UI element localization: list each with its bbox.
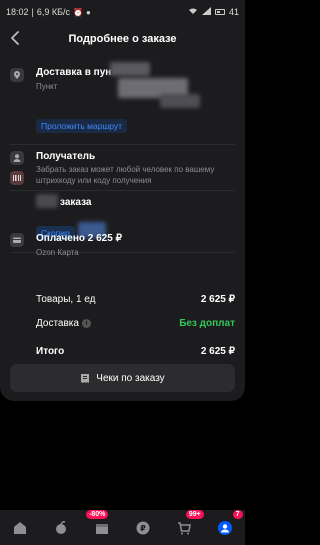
card-icon — [10, 233, 24, 247]
total-label: Итого — [36, 346, 65, 357]
app-header: Подробнее о заказе — [0, 24, 245, 54]
page-title: Подробнее о заказе — [68, 33, 177, 45]
notification-icon: ● — [86, 7, 91, 17]
order-details-card: Доставка в пун Пункт Проложить маршрут П… — [0, 54, 245, 401]
fruit-icon — [56, 520, 67, 534]
info-icon[interactable]: i — [82, 319, 91, 328]
build-route-link[interactable]: Проложить маршрут — [36, 119, 128, 133]
receipts-button[interactable]: Чеки по заказу — [10, 364, 235, 392]
payment-method: Ozon Карта — [36, 248, 79, 257]
person-icon — [10, 151, 24, 165]
payment-title: Оплачено 2 625 ₽ — [36, 233, 122, 244]
order-title: заказа — [60, 197, 92, 208]
cart-badge: 99+ — [185, 509, 204, 519]
redacted-address-block — [160, 94, 200, 108]
chevron-left-icon — [11, 31, 19, 45]
cart-icon — [177, 521, 191, 534]
home-icon — [14, 521, 27, 534]
recipient-text: Забрать заказ может любой человек по ваш… — [36, 165, 215, 185]
delivery-address: Пункт — [36, 82, 58, 91]
nav-sale[interactable]: -80% — [86, 509, 114, 540]
delivery-cost-value: Без доплат — [179, 318, 235, 329]
recipient-title: Получатель — [36, 151, 96, 162]
battery-icon — [214, 9, 225, 15]
svg-text:₽: ₽ — [140, 524, 146, 533]
divider — [10, 144, 235, 145]
ruble-icon: ₽ — [136, 521, 150, 534]
status-bar: 18:02 | 6,9 КБ/с ⏰ ● 41 — [0, 0, 245, 24]
wifi-icon — [188, 7, 198, 17]
receipts-button-label: Чеки по заказу — [96, 372, 165, 384]
total-value: 2 625 ₽ — [200, 346, 235, 357]
alarm-icon: ⏰ — [73, 7, 84, 17]
status-separator: | — [31, 7, 34, 17]
receipt-icon — [81, 373, 90, 383]
status-time: 18:02 — [6, 7, 29, 17]
bottom-navigation: -80% ₽ 99+ 7 — [0, 509, 245, 545]
delivery-title: Доставка в пун — [36, 67, 112, 78]
profile-badge: 7 — [232, 509, 243, 519]
nav-profile[interactable]: 7 — [213, 509, 243, 540]
nav-cart[interactable]: 99+ — [172, 509, 204, 540]
divider — [10, 190, 235, 191]
status-right: 41 — [188, 7, 239, 17]
goods-label: Товары, 1 ед — [36, 294, 96, 305]
redacted-order-number — [36, 194, 58, 208]
nav-fresh[interactable] — [49, 516, 73, 540]
delivery-cost-label: Доставка — [36, 318, 79, 329]
gift-icon — [96, 523, 109, 534]
goods-value: 2 625 ₽ — [200, 294, 235, 305]
battery-level: 41 — [228, 7, 239, 17]
signal-icon — [201, 7, 211, 17]
nav-finance[interactable]: ₽ — [131, 516, 155, 540]
nav-home[interactable] — [8, 516, 32, 540]
status-speed: 6,9 КБ/с — [36, 7, 71, 17]
back-button[interactable] — [10, 31, 24, 47]
location-pin-icon — [10, 68, 24, 82]
redacted-address-block — [110, 62, 150, 76]
barcode-icon — [10, 171, 24, 185]
profile-icon — [217, 520, 232, 535]
status-left: 18:02 | 6,9 КБ/с ⏰ ● — [6, 7, 91, 17]
discount-badge: -80% — [86, 509, 109, 519]
